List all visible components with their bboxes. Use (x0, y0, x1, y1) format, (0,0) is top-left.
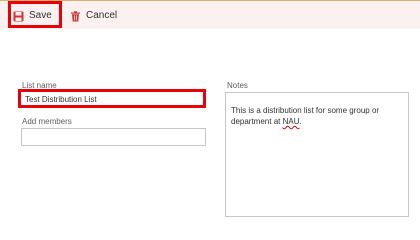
cancel-button[interactable]: Cancel (70, 5, 117, 27)
command-bar: Save Cancel (0, 1, 420, 29)
add-members-input[interactable] (21, 128, 206, 146)
notes-text: This is a distribution list for some gro… (231, 106, 380, 126)
notes-textarea[interactable]: This is a distribution list for some gro… (225, 92, 409, 217)
cancel-label: Cancel (86, 10, 118, 21)
notes-text-end: . (299, 117, 302, 126)
list-name-highlight-box (18, 89, 206, 108)
trash-icon (70, 10, 81, 22)
save-highlight-box (8, 1, 62, 28)
notes-label: Notes (227, 81, 248, 90)
notes-text-misspelled-word: NAU (282, 117, 300, 126)
add-members-label: Add members (22, 117, 72, 126)
